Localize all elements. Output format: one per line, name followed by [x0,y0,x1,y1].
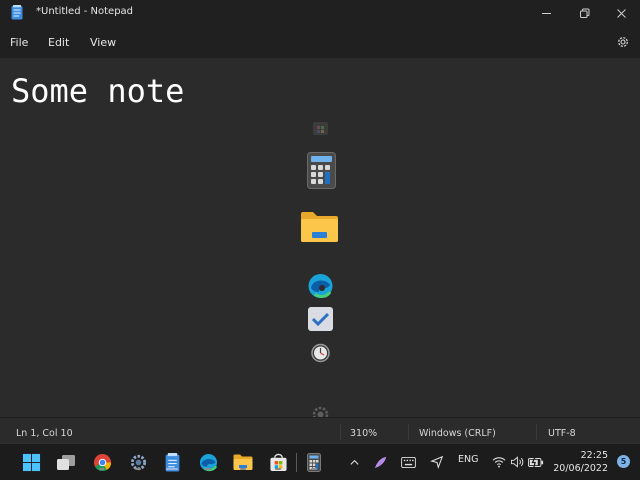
active-indicator [166,468,178,470]
task-view-button[interactable] [56,452,76,472]
pen-tray-button[interactable] [370,452,390,472]
settings-taskbar-button[interactable] [128,452,148,472]
status-divider [536,424,537,440]
close-icon [616,8,626,18]
edge-taskbar-button[interactable] [198,452,218,472]
editor-content[interactable]: Some note [11,72,184,110]
encoding: UTF-8 [548,428,576,439]
speaker-icon [510,456,524,468]
line-ending: Windows (CRLF) [419,428,496,439]
calculator-taskbar-button[interactable] [304,452,324,472]
notification-badge[interactable]: 5 [617,455,630,468]
running-indicator [311,468,317,470]
start-button[interactable] [21,452,41,472]
running-indicator [205,468,211,470]
close-button[interactable] [602,0,640,26]
store-taskbar-button[interactable] [268,452,288,472]
file-explorer-icon [301,212,338,242]
taskbar-divider [296,453,297,472]
taskbar: ENG 22:25 20/06/2022 5 [0,443,640,480]
menu-view[interactable]: View [90,36,116,49]
title-bar[interactable]: *Untitled - Notepad [0,0,640,26]
menu-edit[interactable]: Edit [48,36,69,49]
zoom-level: 310% [350,428,378,439]
menu-bar: File Edit View [0,26,640,58]
running-indicator [240,468,246,470]
running-indicator [275,468,281,470]
keyboard-icon [400,456,416,468]
calculator-icon [307,152,336,189]
location-tray-button[interactable] [427,452,447,472]
status-bar: Ln 1, Col 10 310% Windows (CRLF) UTF-8 [0,417,640,443]
task-view-icon [57,455,75,470]
volume-tray-button[interactable] [507,452,527,472]
maximize-button[interactable] [565,0,603,26]
status-divider [408,424,409,440]
chevron-up-icon [349,459,359,465]
notepad-taskbar-button[interactable] [162,452,182,472]
running-indicator [135,468,141,470]
running-indicator [99,468,105,470]
clock-alarm-icon [311,343,330,363]
settings-gear-icon[interactable] [616,35,630,49]
todo-checkbox-icon [308,307,333,331]
minimize-button[interactable] [527,0,565,26]
menu-file[interactable]: File [10,36,28,49]
windows-logo-icon [22,453,40,471]
input-language[interactable]: ENG [458,454,478,465]
feather-pen-icon [374,456,386,468]
clock-time: 22:25 [580,450,608,461]
notepad-icon [11,5,23,20]
clock-date: 20/06/2022 [553,463,608,474]
chrome-taskbar-button[interactable] [92,452,112,472]
battery-charging-icon [528,456,544,468]
system-clock[interactable]: 22:25 20/06/2022 [553,449,608,475]
status-divider [340,424,341,440]
battery-tray-button[interactable] [526,452,546,472]
restore-icon [579,8,589,18]
show-hidden-icons-button[interactable] [344,452,364,472]
edge-icon [308,274,333,299]
minimize-icon [541,12,551,14]
cursor-position: Ln 1, Col 10 [16,428,73,439]
location-arrow-icon [430,455,444,469]
wifi-tray-button[interactable] [489,452,509,472]
window-title: *Untitled - Notepad [36,6,134,17]
wifi-icon [492,457,506,468]
store-faded-icon [313,122,328,135]
file-explorer-taskbar-button[interactable] [233,452,253,472]
touch-keyboard-button[interactable] [398,452,418,472]
